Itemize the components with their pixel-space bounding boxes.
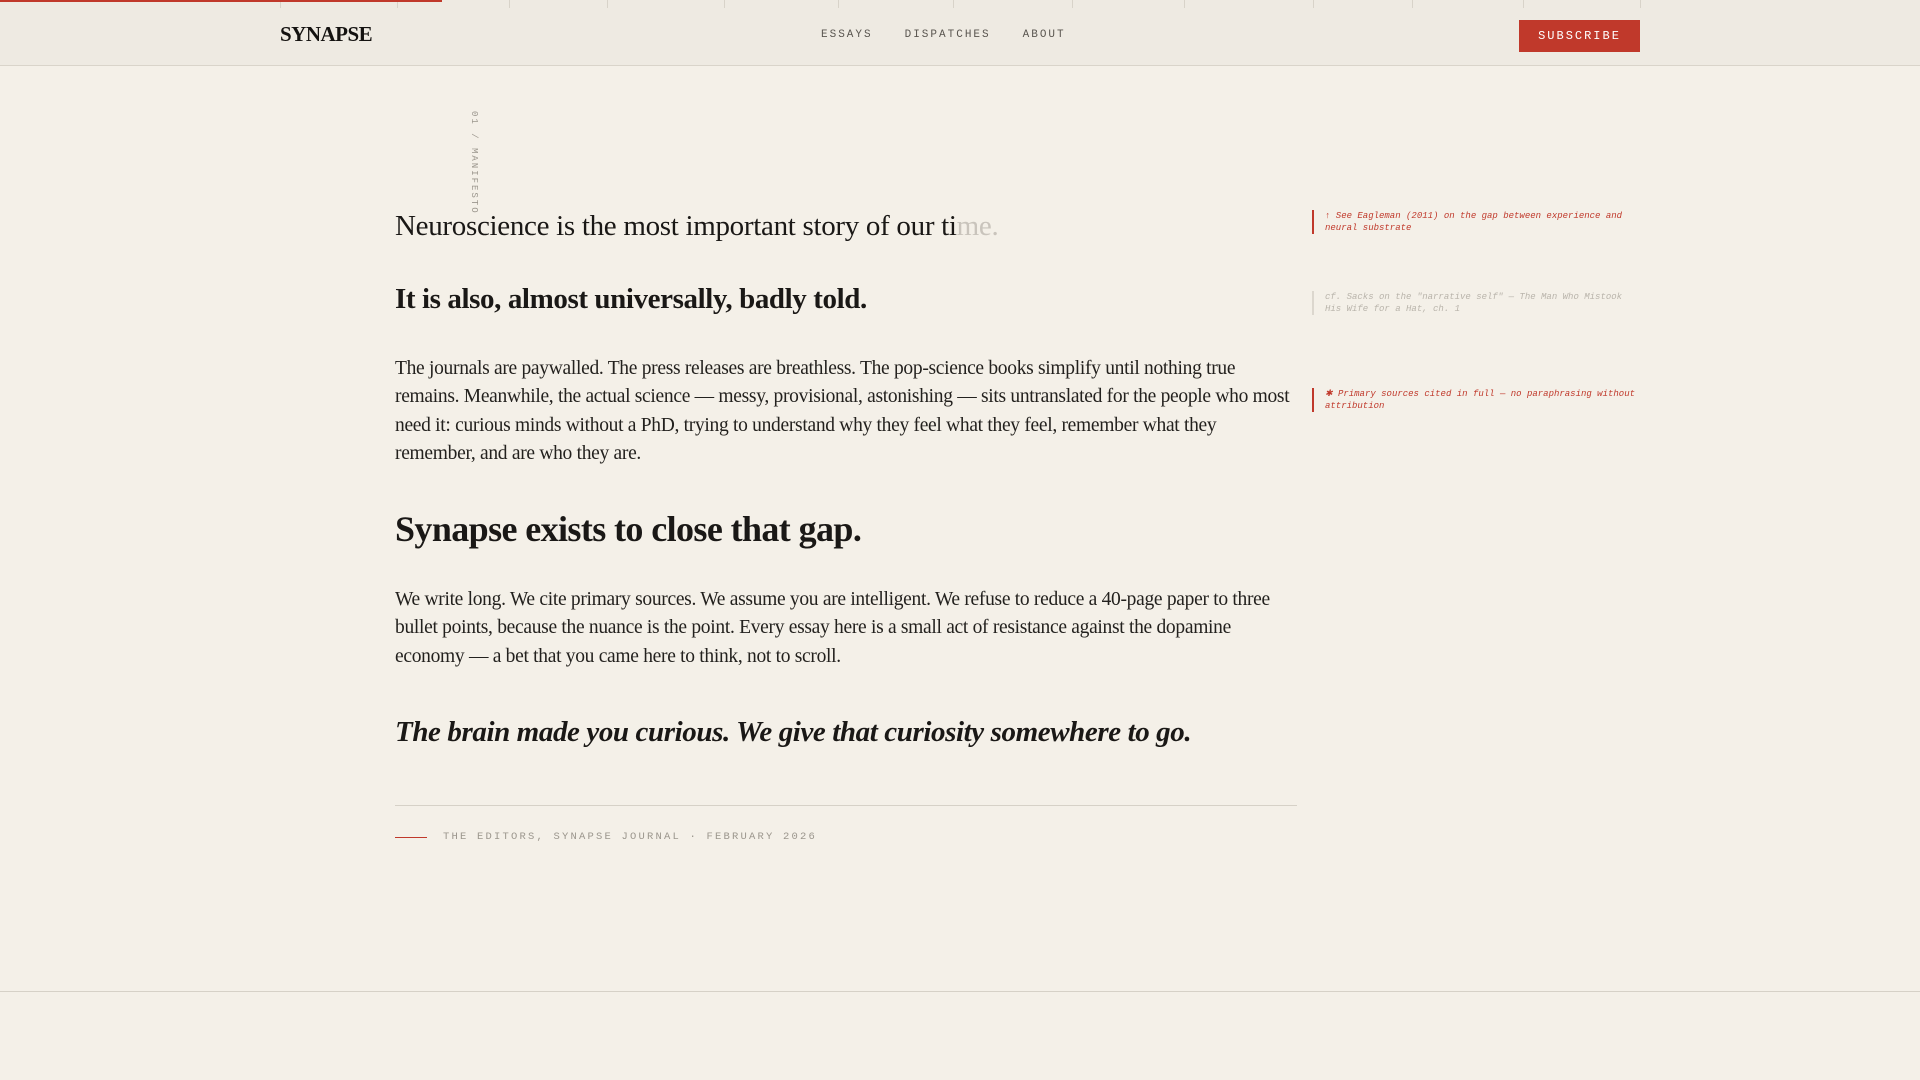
site-header: SYNAPSE ESSAYS DISPATCHES ABOUT SUBSCRIB… bbox=[0, 0, 1920, 66]
section-label: 01 / MANIFESTO bbox=[469, 111, 479, 215]
signoff: THE EDITORS, SYNAPSE JOURNAL · FEBRUARY … bbox=[395, 831, 1297, 843]
body-paragraph-2: We write long. We cite primary sources. … bbox=[395, 589, 1270, 667]
margin-note: ↑ See Eagleman (2011) on the gap between… bbox=[1312, 210, 1642, 234]
main-nav: ESSAYS DISPATCHES ABOUT bbox=[821, 29, 1066, 41]
article-divider bbox=[395, 805, 1297, 807]
lede-heading: Neuroscience is the most important story… bbox=[395, 205, 1297, 247]
reading-progress-bar bbox=[0, 0, 442, 2]
margin-note: cf. Sacks on the "narrative self" — The … bbox=[1312, 291, 1642, 315]
lede-solid-text: Neuroscience is the most important story… bbox=[395, 210, 957, 242]
lede-fading-text: me. bbox=[956, 210, 999, 242]
signoff-rule bbox=[395, 836, 427, 838]
primary-heading: Synapse exists to close that gap. bbox=[395, 509, 862, 550]
nav-link-essays[interactable]: ESSAYS bbox=[821, 29, 873, 41]
nav-link-dispatches[interactable]: DISPATCHES bbox=[905, 29, 991, 41]
margin-note: ✱ Primary sources cited in full — no par… bbox=[1312, 388, 1642, 412]
footer-divider bbox=[0, 991, 1920, 992]
body-paragraph-1: The journals are paywalled. The press re… bbox=[395, 358, 1290, 464]
signoff-text: THE EDITORS, SYNAPSE JOURNAL · FEBRUARY … bbox=[443, 831, 818, 844]
site-logo[interactable]: SYNAPSE bbox=[280, 22, 373, 47]
secondary-heading: It is also, almost universally, badly to… bbox=[395, 283, 867, 315]
manifesto-article: Neuroscience is the most important story… bbox=[395, 205, 1297, 843]
subscribe-button[interactable]: SUBSCRIBE bbox=[1519, 20, 1640, 52]
closing-line: The brain made you curious. We give that… bbox=[395, 716, 1192, 749]
nav-link-about[interactable]: ABOUT bbox=[1023, 29, 1066, 41]
